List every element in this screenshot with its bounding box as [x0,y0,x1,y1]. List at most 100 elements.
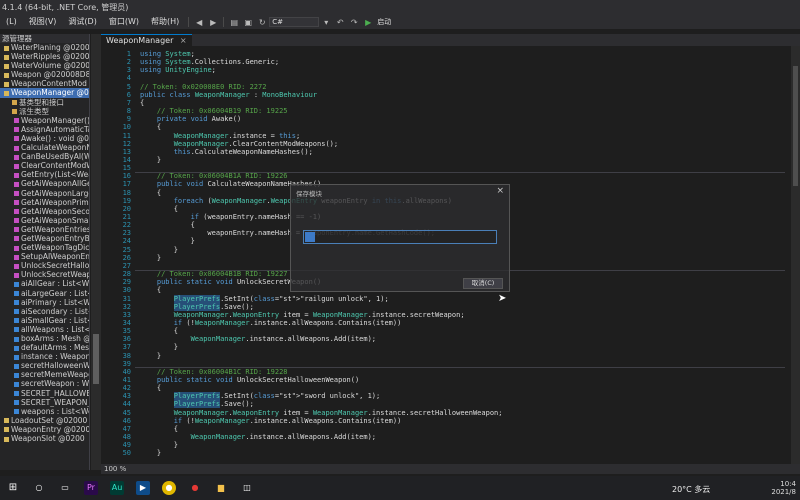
tab-weaponmanager[interactable]: WeaponManager × [101,34,192,46]
run-button[interactable]: 启动 [377,15,391,29]
tree-item[interactable]: defaultArms : Mesh [0,343,89,352]
app-icon[interactable]: ▶ [136,481,150,495]
audition-icon[interactable]: Au [110,481,124,495]
code-line[interactable]: WeaponManager.WeaponEntry item = WeaponM… [140,311,465,319]
menu-view[interactable]: 视图(V) [23,15,63,29]
zoom-level[interactable]: 100 % [104,465,126,473]
code-line[interactable]: } [140,441,178,449]
tree-item[interactable]: WaterRipples @020009 [0,52,89,61]
code-line[interactable]: { [140,425,178,433]
start-icon[interactable]: ⊞ [6,481,20,495]
code-line[interactable]: } [140,449,161,457]
code-line[interactable]: WeaponManager.instance = this; [140,132,300,140]
code-line[interactable]: // Token: 0x06004B1C RID: 19228 [140,368,288,376]
tree-item[interactable]: SECRET_WEAPON_K [0,398,89,407]
menu-help[interactable]: 帮助(H) [145,15,185,29]
tree-item[interactable]: aiAllGear : List<Wea [0,279,89,288]
menu-debug[interactable]: 调试(D) [62,15,102,29]
code-line[interactable]: } [140,352,161,360]
tree-item[interactable]: aiLargeGear : List<W [0,289,89,298]
code-line[interactable]: WeaponManager.instance.allWeapons.Add(it… [140,335,376,343]
tree-item[interactable]: ClearContentModW [0,161,89,170]
code-line[interactable]: PlayerPrefs.Save(); [140,302,254,311]
tree-item[interactable]: instance : WeaponM [0,352,89,361]
refresh-icon[interactable]: ↻ [257,18,267,27]
tree-item[interactable]: boxArms : Mesh @C [0,334,89,343]
code-line[interactable]: { [140,384,161,392]
tree-item[interactable]: 派生类型 [0,107,89,116]
code-line[interactable]: { [140,327,178,335]
tree-item[interactable]: weapons : List<We [0,407,89,416]
tree-item[interactable]: LoadoutSet @02000 [0,416,89,425]
tree-item[interactable]: GetWeaponEntryBy [0,234,89,243]
record-icon[interactable]: ● [188,481,202,495]
cancel-button[interactable]: 取消(C) [463,278,503,289]
tree-item[interactable]: secretWeapon : We [0,379,89,388]
close-icon[interactable]: × [496,186,504,196]
tree-item[interactable]: GetWeaponTagDicti [0,243,89,252]
code-line[interactable]: } [140,156,161,164]
code-line[interactable]: using UnityEngine; [140,66,216,74]
tree-item[interactable]: SECRET_HALLOWEE [0,389,89,398]
redo-icon[interactable]: ↷ [349,18,359,27]
folder-icon[interactable]: ▆ [214,481,228,495]
code-line[interactable]: { [140,99,144,107]
editor-scrollbar[interactable] [791,46,800,464]
code-line[interactable]: { [140,286,161,294]
tree-item[interactable]: aiSecondary : List<W [0,307,89,316]
tree-item[interactable]: GetAiWeaponLarge [0,189,89,198]
tree-item[interactable]: aiSmallGear : List<W [0,316,89,325]
tree-item[interactable]: WeaponManager() : [0,116,89,125]
menu-file[interactable]: (L) [0,15,23,29]
code-line[interactable]: { [140,221,195,229]
search-icon[interactable]: ○ [32,481,46,495]
code-line[interactable]: if (!WeaponManager.instance.allWeapons.C… [140,319,402,327]
tree-item[interactable]: 基类型和接口 [0,98,89,107]
tree-item[interactable]: SetupAIWeaponEntr [0,252,89,261]
forward-icon[interactable]: ▶ [208,18,218,27]
tree-item[interactable]: WeaponContentMod @ [0,79,89,88]
code-line[interactable]: } [140,246,178,254]
close-icon[interactable]: × [180,36,187,45]
code-line[interactable]: { [140,205,178,213]
code-line[interactable]: // Token: 0x06004B1A RID: 19226 [140,172,288,180]
code-line[interactable]: { [140,123,161,131]
code-line[interactable]: PlayerPrefs.Save(); [140,400,254,409]
explorer-scrollbar[interactable] [91,34,101,470]
tree-item[interactable]: Awake() : void @060 [0,134,89,143]
scrollbar-thumb[interactable] [793,66,798,186]
code-line[interactable]: } [140,343,178,351]
chrome-icon[interactable]: ● [162,481,176,495]
tree-item[interactable]: WeaponSlot @0200 [0,434,89,443]
scrollbar-thumb[interactable] [93,334,99,384]
code-line[interactable]: PlayerPrefs.SetInt(class="st">"railgun u… [140,294,389,303]
tree-item[interactable]: CalculateWeaponNa [0,143,89,152]
windows-app-icon[interactable]: ◫ [240,481,254,495]
tree-item[interactable]: GetWeaponEntriesC [0,225,89,234]
code-line[interactable]: // Token: 0x020008E0 RID: 2272 [140,83,266,91]
tree-item[interactable]: WeaponEntry @0200 [0,425,89,434]
code-line[interactable]: using System; [140,50,195,58]
code-line[interactable]: { [140,189,161,197]
tree-item[interactable]: aiPrimary : List<We [0,298,89,307]
tree-item[interactable]: secretMemeWeapon [0,370,89,379]
clock[interactable]: 10:4 2021/8 [771,480,796,496]
tree-item[interactable]: UnlockSecretWeap [0,270,89,279]
task-view-icon[interactable]: ▭ [58,481,72,495]
language-select[interactable]: C# [269,17,320,27]
code-line[interactable]: PlayerPrefs.SetInt(class="st">"sword unl… [140,392,380,401]
code-line[interactable]: public class WeaponManager : MonoBehavio… [140,91,317,99]
code-line[interactable]: public static void UnlockSecretHalloween… [140,376,359,384]
code-line[interactable]: // Token: 0x06004B1B RID: 19227 [140,270,288,278]
code-line[interactable]: WeaponManager.ClearContentModWeapons(); [140,140,338,148]
open-icon[interactable]: ▤ [229,18,239,27]
tree-item[interactable]: WaterVolume @02000 [0,61,89,70]
save-icon[interactable]: ▣ [243,18,253,27]
back-icon[interactable]: ◀ [194,18,204,27]
code-line[interactable]: using System.Collections.Generic; [140,58,279,66]
tree-item[interactable]: UnlockSecretHallow [0,261,89,270]
code-line[interactable]: if (!WeaponManager.instance.allWeapons.C… [140,417,402,425]
tree-item[interactable]: GetAiWeaponAllGea [0,179,89,188]
undo-icon[interactable]: ↶ [335,18,345,27]
tree-item[interactable]: Weapon @020008D8 [0,70,89,79]
